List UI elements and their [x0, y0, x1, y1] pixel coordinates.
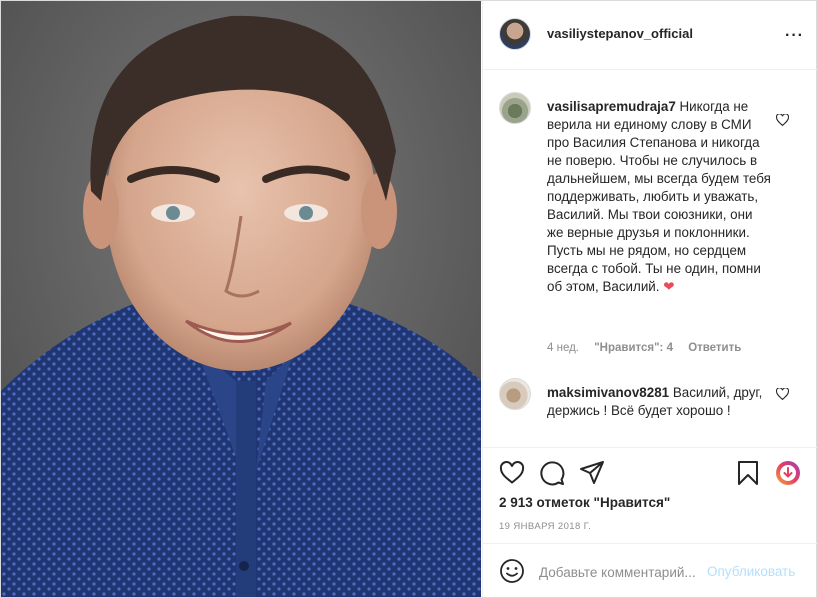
comment-body: maksimivanov8281 Василий, друг, держись … [547, 384, 772, 420]
emoji-icon[interactable] [499, 558, 525, 584]
comment-text: Никогда не верила ни единому слову в СМИ… [547, 99, 771, 294]
author-username[interactable]: vasiliystepanov_official [547, 26, 693, 41]
author-avatar[interactable] [499, 18, 531, 50]
download-extension-icon[interactable] [775, 460, 801, 486]
comment-time[interactable]: 4 нед. [547, 342, 579, 354]
post-header: vasiliystepanov_official ··· [483, 1, 817, 70]
post-actions: 2 913 отметок "Нравится" 19 ЯНВАРЯ 2018 … [483, 447, 817, 544]
post-photo[interactable] [1, 1, 481, 597]
share-icon[interactable] [579, 460, 605, 486]
add-comment-bar: Опубликовать [483, 543, 817, 598]
bookmark-icon[interactable] [735, 460, 761, 486]
commenter-username[interactable]: vasilisapremudraja7 [547, 99, 676, 114]
commenter-username[interactable]: maksimivanov8281 [547, 385, 669, 400]
post-date[interactable]: 19 ЯНВАРЯ 2018 Г. [499, 521, 591, 532]
red-heart-emoji: ❤ [663, 279, 675, 294]
commenter-avatar[interactable] [499, 92, 531, 124]
comment-like-heart-icon[interactable] [775, 113, 790, 129]
comment-meta: 4 нед. "Нравится": 4 Ответить [547, 342, 753, 354]
post-side-panel: vasiliystepanov_official ··· vasilisapre… [482, 1, 817, 597]
more-options-icon[interactable]: ··· [785, 27, 804, 45]
publish-button[interactable]: Опубликовать [707, 564, 795, 579]
like-heart-icon[interactable] [499, 460, 525, 486]
commenter-avatar[interactable] [499, 378, 531, 410]
likes-count[interactable]: 2 913 отметок "Нравится" [499, 495, 670, 510]
comment-body: vasilisapremudraja7 Никогда не верила ни… [547, 98, 772, 296]
portrait-image [1, 1, 481, 597]
reply-button[interactable]: Ответить [688, 342, 741, 354]
comment-icon[interactable] [539, 460, 565, 486]
comment-likes[interactable]: "Нравится": 4 [594, 342, 673, 354]
comment-like-heart-icon[interactable] [775, 387, 790, 403]
post-dialog: vasiliystepanov_official ··· vasilisapre… [0, 0, 817, 598]
comment-input[interactable] [539, 562, 704, 582]
comments-list: vasilisapremudraja7 Никогда не верила ни… [483, 70, 817, 446]
